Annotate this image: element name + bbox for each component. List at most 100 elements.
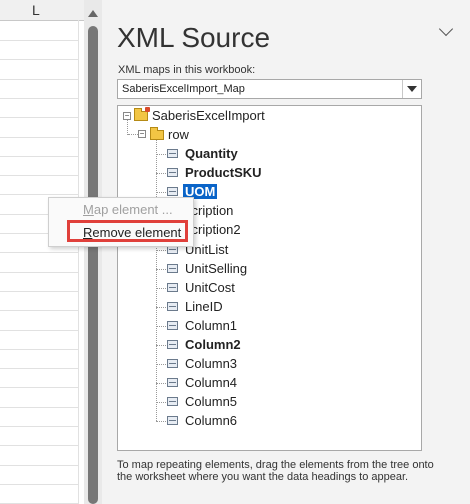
- tree-node-column6[interactable]: Column6: [167, 412, 347, 431]
- tree-node-lineid[interactable]: LineID: [167, 298, 347, 317]
- grid-row-line: [0, 484, 78, 485]
- tree-line: [156, 140, 157, 421]
- grid-row-line: [0, 272, 78, 273]
- tree-node-quantity[interactable]: Quantity: [167, 145, 347, 164]
- element-icon: [167, 359, 178, 368]
- grid-row-line: [0, 117, 78, 118]
- worksheet-area[interactable]: L: [0, 0, 85, 504]
- tree-node-productsku[interactable]: ProductSKU: [167, 164, 347, 183]
- tree-node-label: Column1: [185, 318, 238, 333]
- tree-node-label: UnitSelling: [185, 261, 248, 276]
- tree-line: [156, 250, 166, 251]
- tree-node-unitlist[interactable]: UnitList: [167, 241, 347, 260]
- tree-line: [156, 307, 166, 308]
- remove-element-menu-item[interactable]: Remove element: [83, 225, 181, 240]
- tree-line: [156, 326, 166, 327]
- element-icon: [167, 378, 178, 387]
- grid-row-line: [0, 291, 78, 292]
- tree-node-label: Column3: [185, 356, 238, 371]
- tree-node-column2[interactable]: Column2: [167, 336, 347, 355]
- repeating-folder-icon: [150, 127, 164, 140]
- scroll-thumb[interactable]: [88, 26, 98, 504]
- grid-row-line: [0, 330, 78, 331]
- tree-node-column4[interactable]: Column4: [167, 374, 347, 393]
- grid-row-line: [0, 194, 78, 195]
- context-menu: Map element ... Remove element: [48, 197, 194, 247]
- xml-source-pane: XML Source XML maps in this workbook: Sa…: [103, 0, 470, 504]
- tree-line: [156, 154, 166, 155]
- grid-row-line: [0, 40, 78, 41]
- grid-row-line: [0, 310, 78, 311]
- xml-element-tree[interactable]: − SaberisExcelImport − row Quantity Produ…: [117, 105, 422, 451]
- tree-line: [156, 383, 166, 384]
- element-icon: [167, 187, 178, 196]
- tree-node-label: Column4: [185, 375, 238, 390]
- xml-map-root-icon: [134, 107, 150, 121]
- map-element-menu-item[interactable]: Map element ...: [83, 202, 173, 217]
- tree-node-label: ProductSKU: [185, 165, 262, 180]
- tree-node-label: UnitCost: [185, 280, 235, 295]
- grid-row-line: [0, 79, 78, 80]
- tree-node-label: Column5: [185, 394, 238, 409]
- dropdown-button[interactable]: [402, 80, 421, 98]
- maps-label: XML maps in this workbook:: [118, 64, 256, 76]
- scroll-up-arrow-icon[interactable]: [88, 10, 98, 17]
- tree-node-column1[interactable]: Column1: [167, 317, 347, 336]
- grid-row-line: [0, 445, 78, 446]
- element-icon: [167, 302, 178, 311]
- tree-line: [156, 173, 166, 174]
- collapse-icon[interactable]: −: [138, 130, 146, 138]
- tree-line: [156, 192, 166, 193]
- column-header-l[interactable]: L: [0, 0, 84, 21]
- element-icon: [167, 340, 178, 349]
- element-icon: [167, 168, 178, 177]
- grid-row-line: [0, 156, 78, 157]
- tree-node-uom[interactable]: UOM: [167, 183, 347, 202]
- tree-line: [156, 402, 166, 403]
- tree-line: [156, 364, 166, 365]
- xml-map-selected-value: SaberisExcelImport_Map: [122, 83, 245, 95]
- element-icon: [167, 416, 178, 425]
- help-text: To map repeating elements, drag the elem…: [117, 459, 434, 483]
- tree-node-label: LineID: [185, 299, 223, 314]
- element-icon: [167, 321, 178, 330]
- caret-down-icon: [407, 86, 417, 92]
- element-icon: [167, 283, 178, 292]
- tree-node-row[interactable]: row: [150, 126, 270, 145]
- tree-root-node[interactable]: SaberisExcelImport: [134, 107, 334, 126]
- grid-row-line: [0, 426, 78, 427]
- tree-line: [156, 421, 166, 422]
- tree-node-description2[interactable]: scription2: [167, 221, 347, 240]
- column-letter: L: [32, 2, 40, 18]
- grid-row-line: [0, 368, 78, 369]
- element-icon: [167, 264, 178, 273]
- grid-column-line: [78, 20, 79, 504]
- tree-line: [156, 269, 166, 270]
- pane-title: XML Source: [117, 22, 271, 53]
- tree-node-unitselling[interactable]: UnitSelling: [167, 260, 347, 279]
- element-icon: [167, 397, 178, 406]
- grid-row-line: [0, 98, 78, 99]
- grid-row-line: [0, 407, 78, 408]
- grid-row-line: [0, 252, 78, 253]
- grid-row-line: [0, 465, 78, 466]
- tree-node-column5[interactable]: Column5: [167, 393, 347, 412]
- vertical-scrollbar[interactable]: [84, 0, 102, 504]
- grid-row-line: [0, 137, 78, 138]
- tree-line: [156, 345, 166, 346]
- collapse-icon[interactable]: −: [123, 112, 131, 120]
- tree-node-label: Quantity: [185, 146, 238, 161]
- tree-node-description[interactable]: scription: [167, 202, 347, 221]
- xml-map-dropdown[interactable]: SaberisExcelImport_Map: [117, 79, 422, 99]
- element-icon: [167, 149, 178, 158]
- tree-node-unitcost[interactable]: UnitCost: [167, 279, 347, 298]
- tree-node-label: Column2: [185, 337, 241, 352]
- tree-node-column3[interactable]: Column3: [167, 355, 347, 374]
- grid-row-line: [0, 387, 78, 388]
- grid-row-line: [0, 59, 78, 60]
- tree-node-label: Column6: [185, 413, 238, 428]
- grid-row-line: [0, 175, 78, 176]
- tree-line: [127, 120, 128, 135]
- tree-line: [156, 288, 166, 289]
- chevron-down-icon[interactable]: [438, 21, 454, 37]
